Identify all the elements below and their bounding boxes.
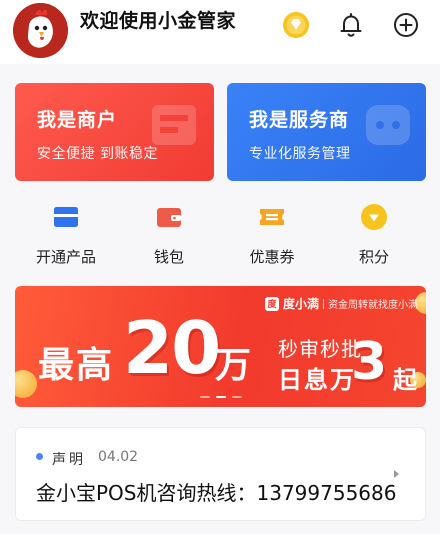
notice-text: 金小宝POS机咨询热线：13799755686: [36, 481, 397, 505]
quick-action-points[interactable]: 积分: [329, 196, 419, 270]
quick-action-label: 优惠券: [249, 248, 295, 266]
quick-action-label: 钱包: [153, 248, 184, 266]
add-plus-icon[interactable]: [389, 8, 423, 42]
banner-max-prefix: 最高: [38, 345, 115, 386]
notice-date: 04.02: [98, 449, 139, 465]
quick-action-wallet[interactable]: 钱包: [124, 196, 214, 270]
quick-action-open-product[interactable]: 开通产品: [21, 196, 111, 270]
banner-amount-unit: 万: [215, 345, 252, 386]
banner-daily-rate-value: 3: [351, 332, 388, 392]
banner-daily-rate-prefix: 日息万: [278, 366, 356, 394]
merchant-card-subtitle: 安全便捷 到账稳定: [37, 146, 158, 162]
banner-daily-rate-suffix: 起: [393, 366, 417, 394]
app-header: 欢迎使用小金管家: [0, 0, 440, 64]
carousel-indicator: [199, 396, 242, 398]
service-provider-card-subtitle: 专业化服务管理: [249, 146, 351, 162]
brand-logo-icon: 度: [265, 296, 279, 311]
rooster-mascot-icon: [13, 3, 68, 58]
vip-badge-icon[interactable]: [279, 8, 313, 42]
banner-amount: 20: [123, 306, 221, 390]
banner-brand-divider: [323, 298, 325, 309]
promo-banner[interactable]: 度 度小满 资金周转就找度小满 最高 20 万 秒审秒批 日息万 3 起: [15, 286, 426, 407]
points-icon: [359, 202, 389, 232]
coin-decoration: [15, 370, 37, 398]
quick-action-label: 开通产品: [35, 248, 96, 266]
carousel-dot[interactable]: [231, 396, 242, 398]
quick-action-label: 积分: [358, 248, 389, 266]
notice-card[interactable]: 声明 04.02 金小宝POS机咨询热线：13799755686: [15, 427, 426, 521]
avatar[interactable]: [13, 3, 68, 58]
banner-brand: 度 度小满 资金周转就找度小满: [265, 295, 418, 312]
notice-dot: [36, 453, 43, 460]
bell-icon[interactable]: [334, 8, 368, 42]
product-card-icon: [51, 202, 81, 232]
wallet-icon: [154, 202, 184, 232]
service-provider-card[interactable]: 我是服务商 专业化服务管理: [227, 83, 426, 181]
carousel-dot[interactable]: [199, 396, 210, 398]
notice-label: 声明: [52, 452, 86, 468]
provider-decoration-icon: [358, 97, 418, 161]
coupon-icon: [257, 202, 287, 232]
carousel-dot-active[interactable]: [215, 396, 226, 398]
service-provider-card-title: 我是服务商: [249, 109, 350, 131]
banner-feature: 秒审秒批: [278, 337, 362, 361]
banner-brand-name: 度小满: [283, 297, 320, 311]
banner-slogan: 资金周转就找度小满: [328, 300, 419, 311]
merchant-card[interactable]: 我是商户 安全便捷 到账稳定: [15, 83, 214, 181]
merchant-card-title: 我是商户: [37, 109, 118, 131]
quick-action-coupon[interactable]: 优惠券: [227, 196, 317, 270]
welcome-title: 欢迎使用小金管家: [80, 10, 237, 32]
